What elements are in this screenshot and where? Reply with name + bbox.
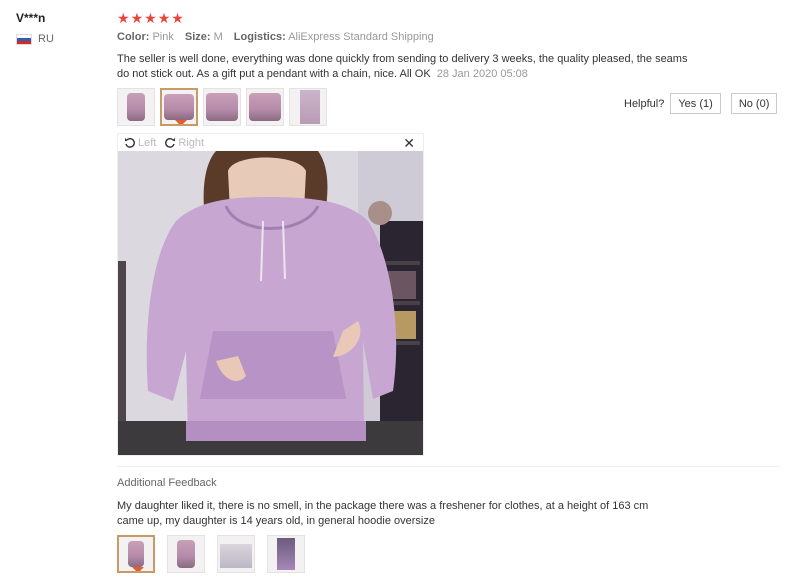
rotate-left-button[interactable]: Left: [124, 137, 156, 149]
rotate-right-icon: [165, 137, 176, 148]
helpful-no-button[interactable]: No (0): [730, 93, 778, 114]
russia-flag-icon: [16, 33, 32, 45]
star-icon: ★: [171, 10, 184, 26]
star-icon: ★: [130, 10, 144, 26]
logistics-attribute: Logistics: AliExpress Standard Shipping: [233, 31, 434, 43]
star-rating: ★ ★ ★ ★ ★: [117, 9, 184, 27]
section-divider: [117, 466, 780, 467]
size-attribute: Size: M: [184, 31, 223, 43]
photo-thumbnail[interactable]: [203, 88, 241, 126]
photo-thumbnail[interactable]: [167, 535, 205, 573]
photo-thumbnail-selected[interactable]: [160, 88, 198, 126]
helpful-label: Helpful?: [624, 97, 665, 110]
star-icon: ★: [144, 10, 157, 26]
reviewer-name: V***n: [16, 11, 46, 25]
color-attribute: Color: Pink: [117, 31, 174, 43]
star-icon: ★: [157, 10, 171, 26]
review-date: 28 Jan 2020 05:08: [436, 68, 528, 80]
review-photo-thumbnails: [117, 88, 327, 126]
rotate-right-button[interactable]: Right: [164, 137, 204, 149]
photo-thumbnail[interactable]: [117, 88, 155, 126]
photo-viewer: Left Right ✕: [117, 133, 424, 456]
photo-thumbnail[interactable]: [246, 88, 284, 126]
review-body: The seller is well done, everything was …: [117, 52, 697, 82]
reviewer-country: RU: [16, 33, 54, 45]
order-attributes: Color: Pink Size: M Logistics: AliExpres…: [117, 31, 434, 43]
photo-thumbnail[interactable]: [267, 535, 305, 573]
review-text: The seller is well done, everything was …: [117, 53, 688, 80]
close-icon[interactable]: ✕: [403, 135, 415, 152]
additional-feedback-heading: Additional Feedback: [117, 477, 217, 489]
photo-thumbnail-selected[interactable]: [117, 535, 155, 573]
photo-thumbnail[interactable]: [289, 88, 327, 126]
additional-photo-thumbnails: [117, 535, 305, 573]
additional-feedback-text: My daughter liked it, there is no smell,…: [117, 500, 649, 527]
review-photo: [118, 151, 423, 455]
star-icon: ★: [117, 10, 130, 26]
country-code: RU: [38, 33, 54, 45]
photo-thumbnail[interactable]: [217, 535, 255, 573]
helpful-yes-button[interactable]: Yes (1): [670, 93, 721, 114]
photo-viewer-toolbar: Left Right ✕: [118, 134, 423, 151]
hoodie-photo-illustration: [118, 151, 423, 455]
helpful-voting: Helpful? Yes (1) No (0): [624, 93, 778, 114]
rotate-left-icon: [125, 137, 135, 148]
